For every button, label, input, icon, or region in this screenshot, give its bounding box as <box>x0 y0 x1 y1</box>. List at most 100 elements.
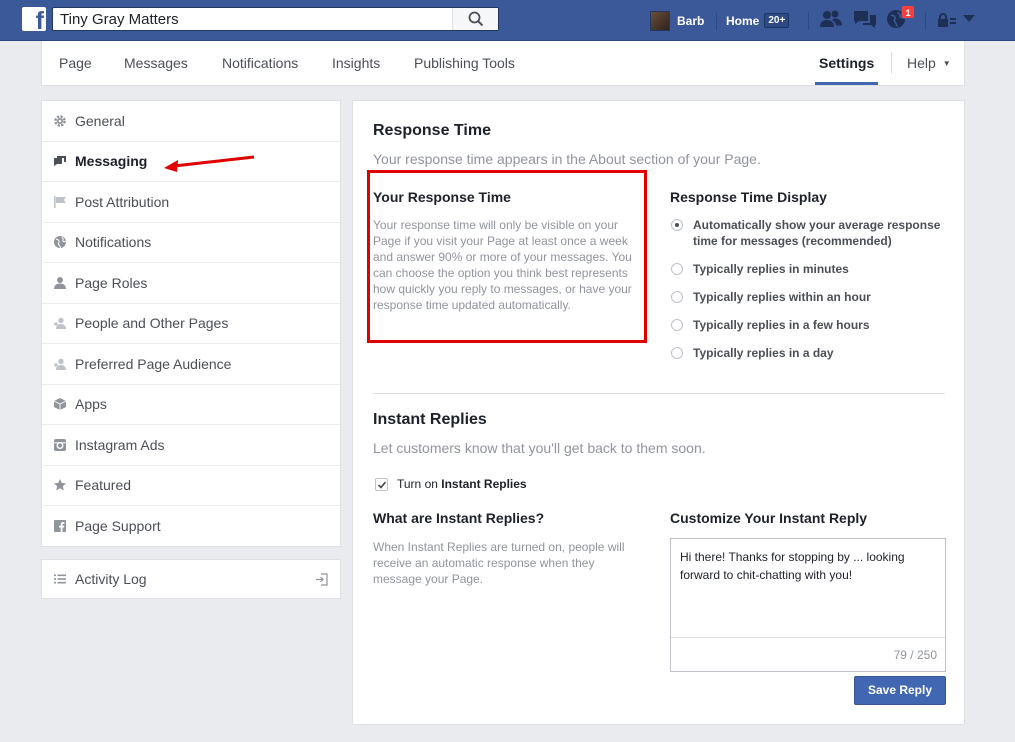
privacy-lock-icon[interactable] <box>937 12 957 28</box>
account-menu-chevron-down-icon[interactable] <box>963 15 975 23</box>
sidebar-item-notifications[interactable]: Notifications <box>42 223 340 263</box>
activity-log-label: Activity Log <box>75 571 147 587</box>
cube-icon <box>53 397 67 411</box>
tab-messages[interactable]: Messages <box>124 41 188 85</box>
option-label: Typically replies in a day <box>693 346 834 360</box>
friend-requests-icon[interactable] <box>819 9 843 29</box>
sidebar-item-post-attribution[interactable]: Post Attribution <box>42 182 340 223</box>
option-label: Typically replies in a few hours <box>693 318 870 332</box>
response-option-day[interactable]: Typically replies in a day <box>671 345 834 361</box>
instant-reply-textarea[interactable]: Hi there! Thanks for stopping by ... loo… <box>670 538 946 672</box>
sidebar-item-page-roles[interactable]: Page Roles <box>42 263 340 304</box>
sidebar-item-featured[interactable]: Featured <box>42 466 340 506</box>
nav-divider <box>716 12 717 30</box>
sidebar-item-label: Page Roles <box>75 274 148 291</box>
checkmark-icon <box>377 480 387 489</box>
person-icon <box>53 276 67 290</box>
facebook-icon <box>53 519 67 533</box>
character-count: 79 / 250 <box>893 648 937 662</box>
sidebar-item-label: People and Other Pages <box>75 315 229 332</box>
option-label: Automatically show your average response… <box>693 218 941 248</box>
home-link[interactable]: Home 20+ <box>726 0 790 41</box>
your-response-time-heading: Your Response Time <box>373 189 511 205</box>
profile-link[interactable]: Barb <box>650 0 704 41</box>
option-label: Typically replies in minutes <box>693 262 849 276</box>
sidebar-item-general[interactable]: General <box>42 101 340 142</box>
flag-icon <box>53 195 67 209</box>
open-external-icon <box>316 573 328 586</box>
instant-replies-checkbox[interactable] <box>375 477 388 491</box>
annotation-arrow-icon <box>164 155 255 172</box>
radio-button[interactable] <box>671 219 683 231</box>
caret-down-icon: ▼ <box>942 59 951 68</box>
sidebar-item-apps[interactable]: Apps <box>42 385 340 425</box>
checkbox-label-prefix: Turn on <box>397 477 442 491</box>
tab-insights[interactable]: Insights <box>332 41 380 85</box>
nav-divider <box>891 52 892 74</box>
radio-button[interactable] <box>671 347 683 359</box>
help-label: Help <box>907 55 936 71</box>
response-option-few-hours[interactable]: Typically replies in a few hours <box>671 317 870 333</box>
instant-replies-toggle[interactable]: Turn on Instant Replies <box>375 477 527 491</box>
user-name: Barb <box>677 13 705 28</box>
home-count-badge: 20+ <box>764 13 790 28</box>
section-divider <box>373 393 945 394</box>
sidebar-item-label: Preferred Page Audience <box>75 355 232 372</box>
nav-divider <box>808 12 809 30</box>
chat-icon <box>53 154 67 168</box>
messages-icon[interactable] <box>853 9 877 29</box>
tab-help[interactable]: Help ▼ <box>907 41 951 85</box>
response-time-display-heading: Response Time Display <box>670 189 827 205</box>
tab-publishing-tools[interactable]: Publishing Tools <box>414 41 515 85</box>
add-person-icon <box>53 316 67 330</box>
sidebar-item-instagram-ads[interactable]: Instagram Ads <box>42 425 340 466</box>
list-icon <box>53 572 67 586</box>
sidebar-item-label: Post Attribution <box>75 193 170 210</box>
sidebar-item-people-and-other-pages[interactable]: People and Other Pages <box>42 304 340 344</box>
gear-icon <box>53 114 67 128</box>
sidebar-item-label: Notifications <box>75 234 152 251</box>
radio-button[interactable] <box>671 263 683 275</box>
search-icon <box>468 11 484 27</box>
tab-settings[interactable]: Settings <box>815 41 879 85</box>
instant-replies-heading: Instant Replies <box>373 411 487 428</box>
response-time-heading: Response Time <box>373 122 491 139</box>
sidebar-item-label: Page Support <box>75 518 161 535</box>
instant-replies-subtitle: Let customers know that you'll get back … <box>373 440 706 456</box>
add-person-icon <box>53 357 67 371</box>
tab-page[interactable]: Page <box>59 41 92 85</box>
sidebar-item-preferred-page-audience[interactable]: Preferred Page Audience <box>42 344 340 385</box>
top-bar: f Barb Home 20+ 1 <box>0 0 1015 41</box>
response-time-subtitle: Your response time appears in the About … <box>373 151 761 167</box>
sidebar-item-label: Apps <box>75 396 107 413</box>
customize-reply-heading: Customize Your Instant Reply <box>670 510 868 526</box>
sidebar-item-label: Featured <box>75 477 132 494</box>
what-are-instant-replies-description: When Instant Replies are turned on, peop… <box>373 540 625 586</box>
facebook-logo-icon[interactable]: f <box>22 7 46 31</box>
your-response-time-description: Your response time will only be visible … <box>373 218 632 312</box>
instagram-icon <box>53 438 67 452</box>
avatar <box>650 10 670 31</box>
reply-text[interactable]: Hi there! Thanks for stopping by ... loo… <box>680 548 935 584</box>
checkbox-label-bold: Instant Replies <box>441 477 527 491</box>
sidebar-item-page-support[interactable]: Page Support <box>42 506 340 547</box>
page-nav: Page Messages Notifications Insights Pub… <box>41 41 965 86</box>
star-icon <box>53 478 67 492</box>
nav-divider <box>925 12 926 30</box>
response-option-minutes[interactable]: Typically replies in minutes <box>671 261 849 277</box>
radio-button[interactable] <box>671 291 683 303</box>
search-button[interactable] <box>452 8 498 30</box>
what-are-instant-replies-heading: What are Instant Replies? <box>373 510 545 526</box>
save-reply-button[interactable]: Save Reply <box>854 676 946 705</box>
notifications-count-badge: 1 <box>901 5 915 19</box>
option-label: Typically replies within an hour <box>693 290 871 304</box>
sidebar-item-label: Instagram Ads <box>75 436 165 453</box>
radio-button[interactable] <box>671 319 683 331</box>
activity-log-link[interactable]: Activity Log <box>41 559 341 599</box>
tab-notifications[interactable]: Notifications <box>222 41 298 85</box>
sidebar-item-label: Messaging <box>75 153 148 170</box>
search-input[interactable] <box>53 8 453 30</box>
response-option-hour[interactable]: Typically replies within an hour <box>671 289 871 305</box>
response-option-automatic[interactable]: Automatically show your average response… <box>671 217 943 249</box>
search-box <box>52 7 499 31</box>
